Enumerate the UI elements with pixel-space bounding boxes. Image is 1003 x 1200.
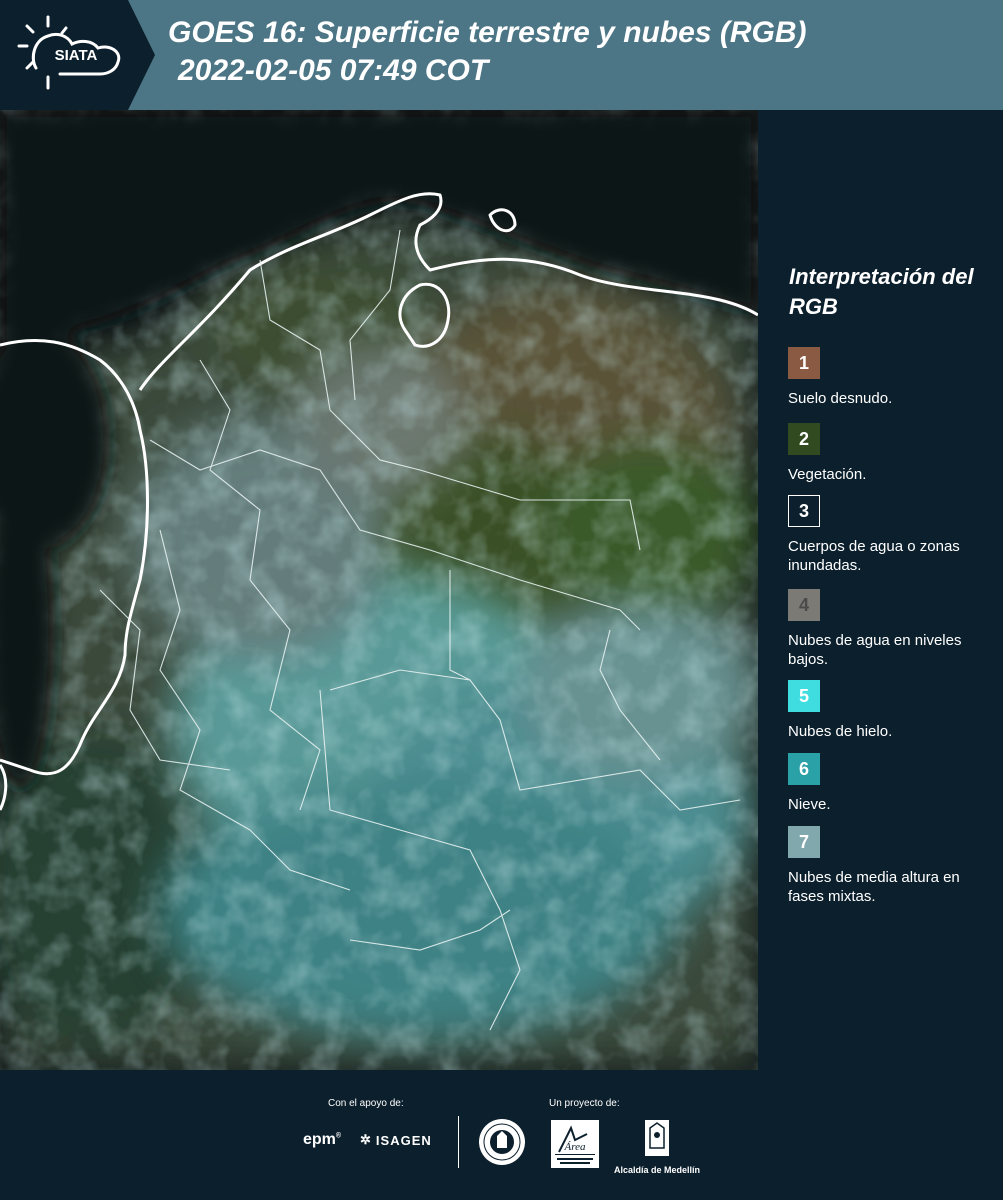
- legend-label: Nubes de hielo.: [788, 723, 893, 740]
- legend-panel: Interpretación del RGB 1 Suelo desnudo. …: [758, 110, 1003, 1070]
- title-timestamp: 2022-02-05 07:49 COT: [178, 54, 489, 87]
- support-label: Con el apoyo de:: [328, 1098, 404, 1109]
- header-bar: SIATA GOES 16: Superficie terrestre y nu…: [0, 0, 1003, 110]
- legend-swatch: 3: [788, 495, 820, 527]
- legend-label: Nieve.: [788, 796, 831, 813]
- legend-item-3: 3 Cuerpos de agua o zonas inundadas.: [788, 495, 998, 575]
- project-label: Un proyecto de:: [549, 1098, 620, 1109]
- legend-swatch: 7: [788, 826, 820, 858]
- satellite-image: [0, 110, 758, 1070]
- satellite-map[interactable]: [0, 110, 758, 1070]
- legend-label: Cuerpos de agua o zonas inundadas.: [788, 538, 960, 574]
- legend-title: Interpretación del RGB: [789, 264, 974, 319]
- isagen-logo[interactable]: ✲ ISAGEN: [360, 1132, 432, 1148]
- title-product: GOES 16: Superficie terrestre y nubes (R…: [168, 16, 807, 49]
- area-metropolitana-logo[interactable]: Área: [551, 1120, 599, 1168]
- legend-item-5: 5 Nubes de hielo.: [788, 680, 998, 741]
- legend-swatch: 2: [788, 423, 820, 455]
- legend-item-1: 1 Suelo desnudo.: [788, 347, 998, 408]
- footer-divider: [458, 1116, 459, 1168]
- legend-item-4: 4 Nubes de agua en niveles bajos.: [788, 589, 998, 669]
- legend-swatch: 1: [788, 347, 820, 379]
- alcaldia-crest-icon: [645, 1120, 669, 1156]
- svg-text:SIATA: SIATA: [55, 47, 98, 64]
- legend-swatch: 6: [788, 753, 820, 785]
- legend-label: Suelo desnudo.: [788, 390, 893, 407]
- legend-item-2: 2 Vegetación.: [788, 423, 998, 484]
- svg-text:Área: Área: [564, 1141, 586, 1153]
- epm-logo[interactable]: epm®: [303, 1131, 341, 1149]
- isagen-icon: ✲: [360, 1132, 372, 1147]
- legend-item-6: 6 Nieve.: [788, 753, 998, 814]
- legend-swatch: 4: [788, 589, 820, 621]
- footer: Con el apoyo de: Un proyecto de: epm® ✲ …: [0, 1070, 1003, 1200]
- legend-label: Nubes de agua en niveles bajos.: [788, 632, 962, 668]
- siata-logo[interactable]: SIATA: [0, 0, 155, 110]
- alcaldia-logo[interactable]: Alcaldía de Medellín: [612, 1118, 702, 1175]
- medellin-seal-icon[interactable]: [478, 1118, 526, 1171]
- alcaldia-label: Alcaldía de Medellín: [613, 1165, 701, 1175]
- legend-swatch: 5: [788, 680, 820, 712]
- legend-item-7: 7 Nubes de media altura en fases mixtas.: [788, 826, 998, 906]
- legend-label: Vegetación.: [788, 466, 867, 483]
- page-title: GOES 16: Superficie terrestre y nubes (R…: [168, 14, 807, 90]
- legend-label: Nubes de media altura en fases mixtas.: [788, 869, 960, 905]
